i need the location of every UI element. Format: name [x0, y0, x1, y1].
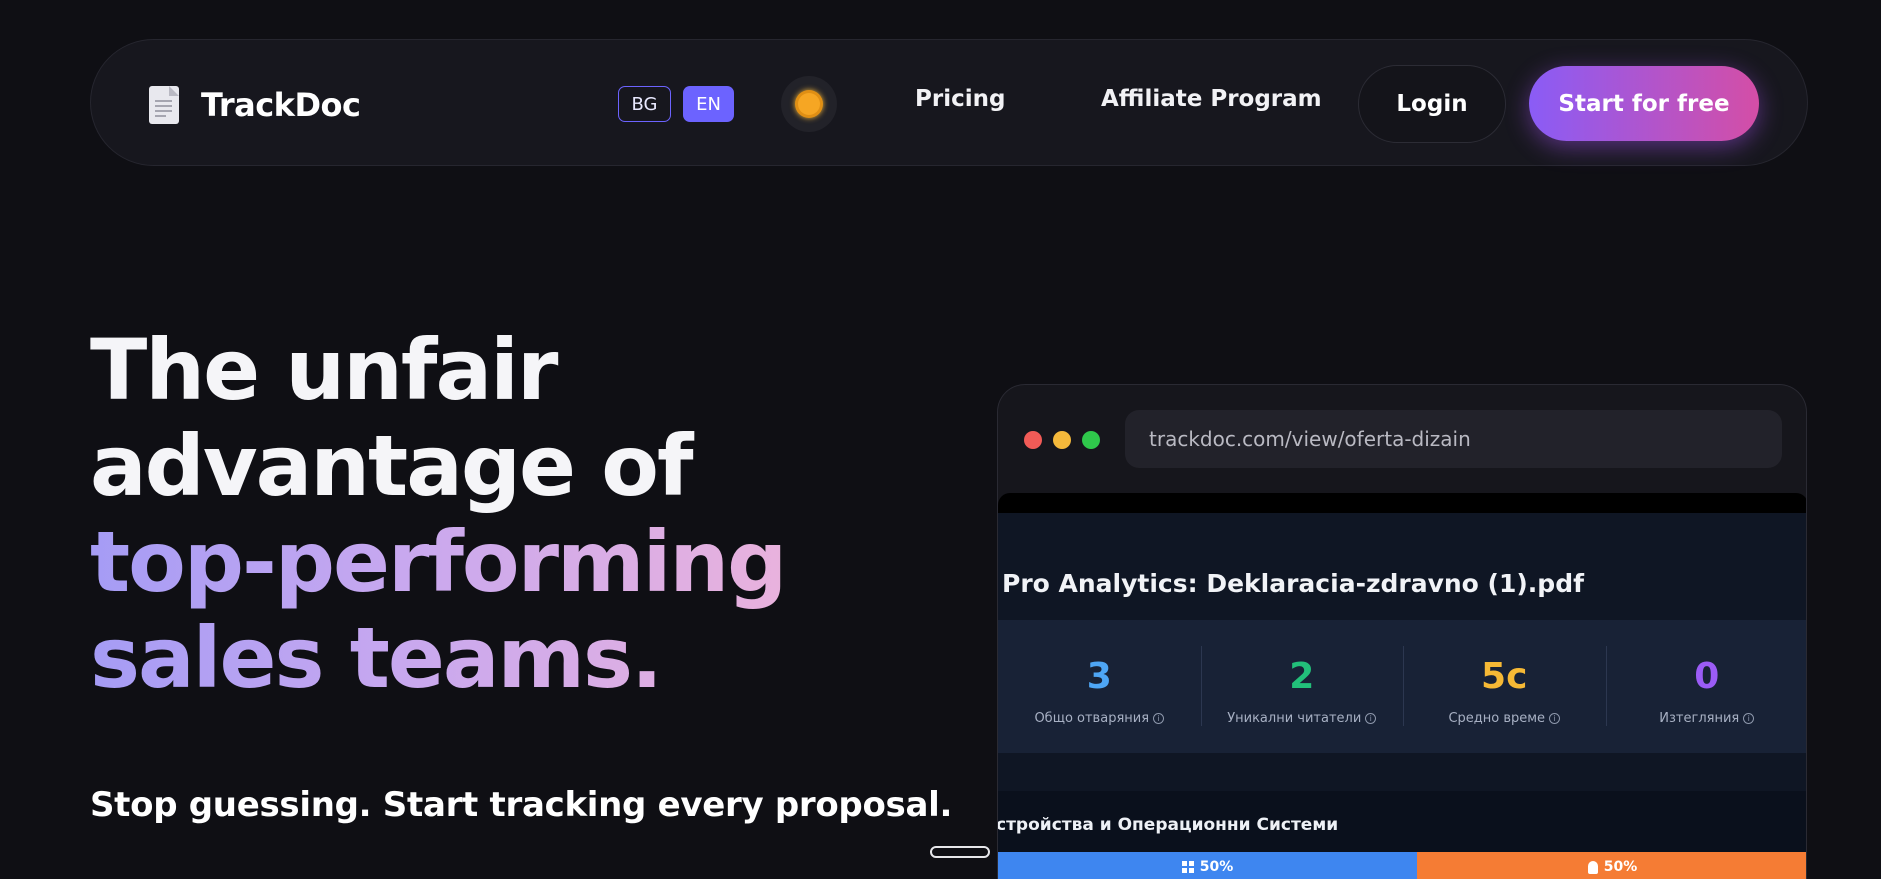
stat-total-opens: 3 Общо отваряния i: [998, 620, 1201, 753]
language-en-button[interactable]: EN: [683, 86, 734, 122]
bar-android-value: 50%: [1603, 859, 1638, 875]
top-navbar: TrackDoc BG EN Pricing Affiliate Program…: [90, 39, 1808, 166]
info-icon[interactable]: i: [1153, 713, 1165, 724]
devices-section: стройства и Операционни Системи 50% 50%: [997, 791, 1806, 879]
maximize-dot: [1082, 431, 1100, 449]
stat-average-time: 5с Средно време i: [1403, 620, 1606, 753]
info-icon[interactable]: i: [1365, 713, 1377, 724]
bar-windows: 50%: [998, 852, 1417, 879]
stat-label: Изтегляния: [1659, 711, 1740, 726]
bar-windows-value: 50%: [1199, 859, 1234, 875]
logo[interactable]: TrackDoc: [149, 86, 361, 124]
info-icon[interactable]: i: [1549, 713, 1561, 724]
theme-toggle-button[interactable]: [781, 76, 837, 132]
android-icon: [1587, 860, 1598, 874]
scroll-indicator[interactable]: [930, 846, 990, 858]
hero-headline: The unfair advantage of top-performing s…: [90, 322, 870, 706]
info-icon[interactable]: i: [1743, 713, 1755, 724]
headline-line-2: advantage of: [90, 417, 694, 515]
nav-link-affiliate-program[interactable]: Affiliate Program: [1101, 86, 1322, 112]
stat-value: 3: [1086, 656, 1112, 697]
minimize-dot: [1053, 431, 1071, 449]
hero-subtitle: Stop guessing. Start tracking every prop…: [90, 785, 953, 825]
url-bar: trackdoc.com/view/oferta-dizain: [1125, 410, 1782, 468]
logo-text: TrackDoc: [201, 86, 361, 124]
stat-label: Средно време: [1448, 711, 1546, 726]
language-bg-button[interactable]: BG: [618, 86, 671, 122]
stat-value: 0: [1694, 656, 1720, 697]
headline-line-4: sales teams.: [90, 610, 870, 706]
analytics-screen: Pro Analytics: Deklaracia-zdravno (1).pd…: [997, 493, 1807, 879]
sun-icon: [798, 93, 820, 115]
stats-row: 3 Общо отваряния i 2 Уникални читатели i 5…: [998, 620, 1807, 753]
login-button[interactable]: Login: [1358, 65, 1506, 143]
stat-value: 5с: [1481, 656, 1528, 697]
stat-label: Уникални читатели: [1227, 711, 1362, 726]
stat-unique-readers: 2 Уникални читатели i: [1200, 620, 1404, 753]
analytics-title: Pro Analytics: Deklaracia-zdravno (1).pd…: [1002, 569, 1584, 598]
hero-section: The unfair advantage of top-performing s…: [90, 322, 870, 706]
start-for-free-button[interactable]: Start for free: [1529, 66, 1759, 141]
bar-android: 50%: [1417, 852, 1806, 879]
browser-mockup: trackdoc.com/view/oferta-dizain Pro Anal…: [997, 384, 1807, 879]
stat-value: 2: [1289, 656, 1315, 697]
devices-section-title: стройства и Операционни Системи: [997, 815, 1339, 835]
headline-line-3: top-performing: [90, 514, 870, 610]
nav-link-pricing[interactable]: Pricing: [915, 86, 1005, 112]
window-controls: [1024, 431, 1100, 449]
close-dot: [1024, 431, 1042, 449]
windows-icon: [1181, 861, 1194, 873]
stat-label: Общо отваряния: [1034, 711, 1150, 726]
headline-line-1: The unfair: [90, 321, 558, 419]
stat-downloads: 0 Изтегляния i: [1605, 620, 1807, 753]
document-icon: [149, 86, 179, 124]
